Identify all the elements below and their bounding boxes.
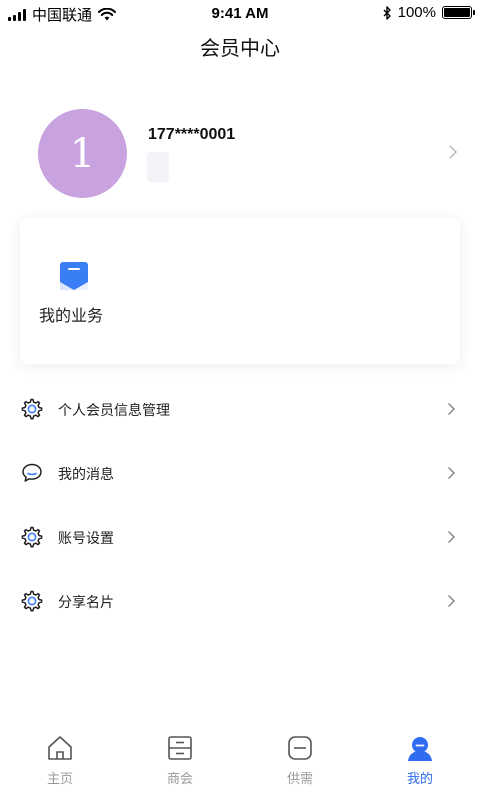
avatar[interactable]: 1 xyxy=(38,109,127,198)
phone-number: 177****0001 xyxy=(148,126,236,143)
tab-chamber[interactable]: 商会 xyxy=(120,726,240,800)
menu-item-messages[interactable]: 我的消息 xyxy=(0,442,480,506)
bluetooth-icon xyxy=(383,5,391,20)
status-bar: 中国联通 9:41 AM 100% xyxy=(0,0,480,28)
document-icon[interactable] xyxy=(60,260,88,292)
gear-icon xyxy=(21,590,43,612)
tab-label: 供需 xyxy=(286,772,313,787)
square-box-icon xyxy=(288,736,312,760)
chevron-right-icon xyxy=(447,402,456,416)
menu-item-account-settings[interactable]: 账号设置 xyxy=(0,506,480,570)
my-business-label[interactable]: 我的业务 xyxy=(39,302,103,326)
menu-item-label: 个人会员信息管理 xyxy=(58,403,170,419)
menu-item-share-card[interactable]: 分享名片 xyxy=(0,570,480,634)
menu-item-label: 分享名片 xyxy=(58,595,114,611)
battery-icon xyxy=(442,6,475,19)
tab-label: 我的 xyxy=(406,772,433,787)
home-icon xyxy=(48,736,72,760)
business-card: 我的业务 xyxy=(20,218,460,364)
tab-label: 主页 xyxy=(46,772,73,787)
member-tag xyxy=(147,152,169,182)
menu-item-profile-management[interactable]: 个人会员信息管理 xyxy=(0,378,480,442)
menu-list: 个人会员信息管理 我的消息 账号设置 分享名片 xyxy=(0,378,480,634)
tab-supply-demand[interactable]: 供需 xyxy=(240,726,360,800)
tab-label: 商会 xyxy=(166,772,193,787)
chevron-right-icon xyxy=(447,530,456,544)
tab-bar: 主页 商会 供需 我的 xyxy=(0,726,480,800)
menu-item-label: 我的消息 xyxy=(58,467,114,483)
menu-item-label: 账号设置 xyxy=(58,531,114,547)
battery-group: 100% xyxy=(383,4,475,21)
gear-icon xyxy=(21,526,43,548)
chevron-right-icon xyxy=(447,594,456,608)
chevron-right-icon xyxy=(447,466,456,480)
battery-percent: 100% xyxy=(397,4,436,21)
page-title: 会员中心 xyxy=(200,36,280,60)
user-icon xyxy=(408,737,432,761)
tab-home[interactable]: 主页 xyxy=(0,726,120,800)
chevron-right-icon[interactable] xyxy=(448,144,458,160)
profile-card[interactable]: 1 177****0001 xyxy=(0,100,480,210)
tab-mine[interactable]: 我的 xyxy=(360,726,480,800)
chat-bubble-icon xyxy=(22,463,42,482)
gear-icon xyxy=(21,398,43,420)
cabinet-icon xyxy=(168,736,192,760)
